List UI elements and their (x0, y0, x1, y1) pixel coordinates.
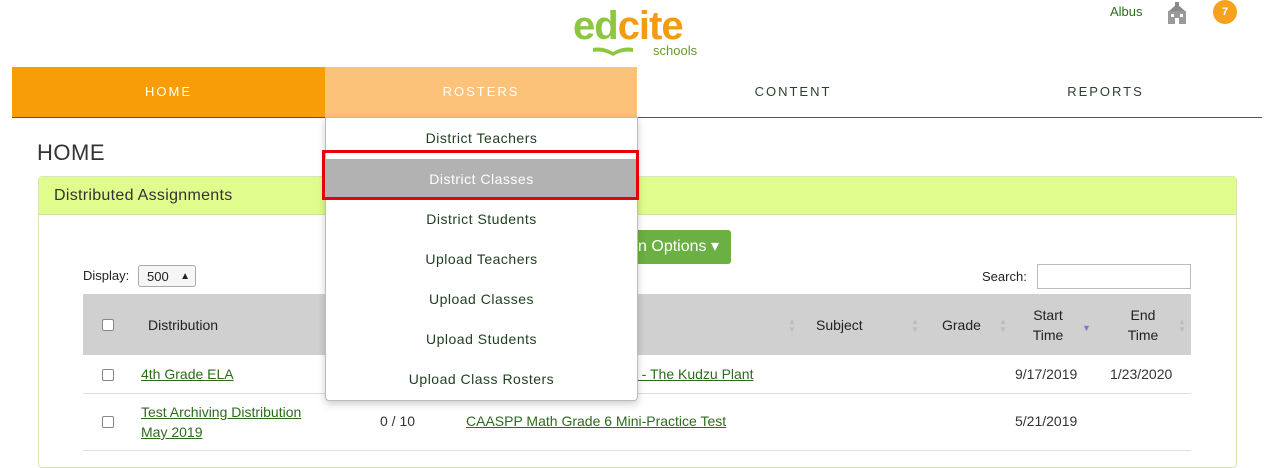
distribution-link-line1: Test Archiving Distribution (141, 404, 302, 420)
content-link[interactable]: e - The Kudzu Plant (630, 366, 753, 382)
logo-schools: schools (653, 43, 698, 58)
logo-ed: ed (573, 4, 619, 48)
start-time: 9/17/2019 (1015, 366, 1078, 382)
edcite-logo[interactable]: edcite schools (573, 4, 703, 58)
logo-cite: cite (617, 4, 684, 48)
page-title: HOME (37, 140, 105, 165)
menu-upload-teachers[interactable]: Upload Teachers (326, 239, 637, 279)
progress: 0 / 10 (380, 413, 416, 429)
start-time: 5/21/2019 (1015, 413, 1078, 429)
header-end-time[interactable]: End Time (1123, 305, 1163, 345)
menu-upload-classes[interactable]: Upload Classes (326, 279, 637, 319)
end-time: 1/23/2020 (1110, 366, 1173, 382)
open-book-icon (593, 47, 633, 56)
row-checkbox[interactable] (102, 369, 114, 381)
sort-desc-icon[interactable]: ▼ (1082, 324, 1091, 333)
sort-icon[interactable]: ▲ ▼ (911, 318, 919, 334)
display-select-value: 500 (147, 269, 169, 284)
row-divider (83, 450, 1191, 451)
select-arrows-icon: ▲ (180, 271, 190, 282)
nav-reports[interactable]: REPORTS (949, 67, 1262, 117)
menu-upload-students[interactable]: Upload Students (326, 319, 637, 359)
menu-district-students[interactable]: District Students (326, 199, 637, 239)
distribution-link-line2: May 2019 (141, 424, 203, 440)
notification-badge[interactable]: 7 (1213, 0, 1237, 24)
sort-icon[interactable]: ▲ ▼ (999, 318, 1007, 334)
highlight-box (322, 150, 639, 200)
display-label: Display: (83, 268, 130, 283)
sort-icon[interactable]: ▲ ▼ (1178, 318, 1186, 334)
table-row: Test Archiving Distribution May 2019 0 /… (83, 394, 1191, 450)
header-grade[interactable]: Grade (942, 315, 981, 335)
select-all-checkbox[interactable] (102, 319, 114, 331)
search-input[interactable] (1037, 264, 1191, 289)
header-subject[interactable]: Subject (816, 315, 863, 335)
content-link[interactable]: CAASPP Math Grade 6 Mini-Practice Test (466, 413, 726, 429)
nav-content[interactable]: CONTENT (637, 67, 949, 117)
header-distribution[interactable]: Distribution (148, 315, 218, 335)
display-select[interactable]: 500 ▲ (138, 265, 196, 287)
user-name[interactable]: Albus (1110, 4, 1143, 19)
nav-home[interactable]: HOME (12, 67, 325, 117)
distribution-link[interactable]: 4th Grade ELA (141, 366, 234, 382)
menu-upload-class-rosters[interactable]: Upload Class Rosters (326, 359, 637, 399)
row-checkbox[interactable] (102, 416, 114, 428)
school-icon[interactable] (1165, 1, 1189, 25)
distribution-link[interactable]: Test Archiving Distribution May 2019 (141, 402, 301, 442)
sort-icon[interactable]: ▲ ▼ (788, 318, 796, 334)
nav-rosters[interactable]: ROSTERS (325, 67, 637, 117)
main-nav: HOME ROSTERS CONTENT REPORTS (12, 67, 1262, 118)
header-start-time[interactable]: Start Time (1028, 305, 1068, 345)
search-label: Search: (982, 269, 1027, 284)
